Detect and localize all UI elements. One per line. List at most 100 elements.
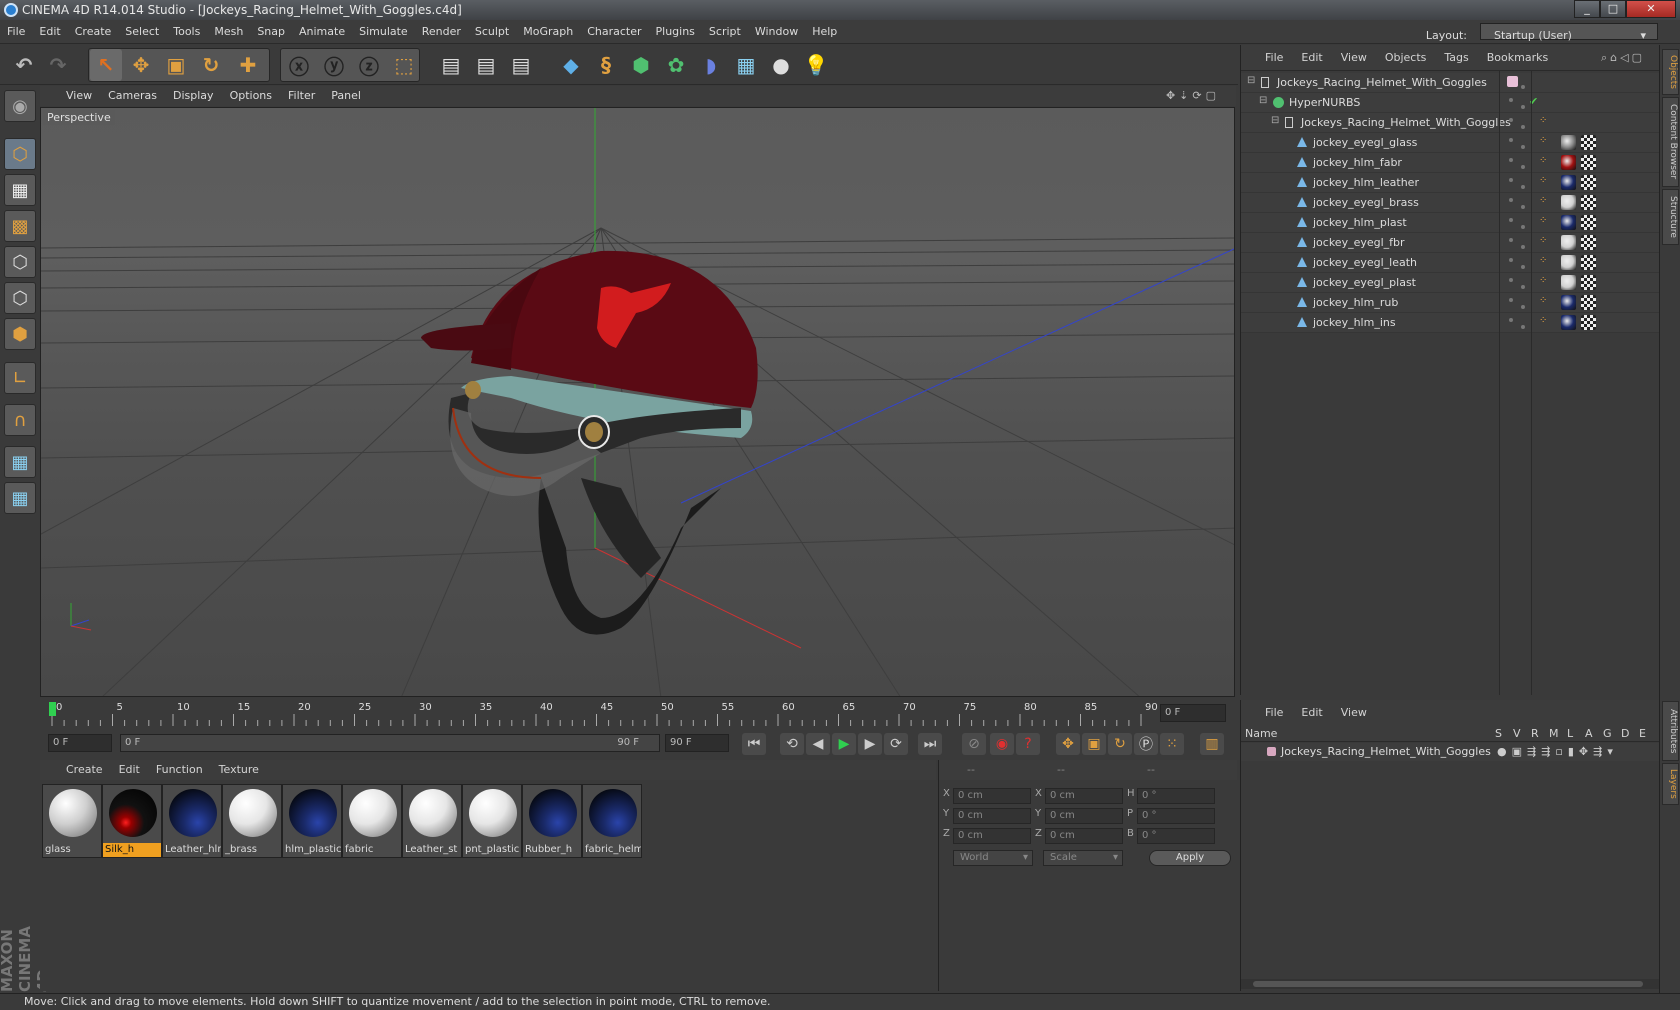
- next-frame-icon[interactable]: ▶: [858, 733, 882, 755]
- key-parameter-icon[interactable]: Ⓟ: [1134, 733, 1158, 755]
- uvw-tag-icon[interactable]: [1581, 235, 1596, 250]
- objects-menu-objects[interactable]: Objects: [1377, 45, 1435, 71]
- object-name[interactable]: jockey_eyegl_fbr: [1313, 236, 1405, 249]
- floor-icon[interactable]: ▦: [730, 49, 762, 81]
- material-tag-icon[interactable]: [1561, 255, 1576, 270]
- visibility-dot[interactable]: [1521, 205, 1525, 209]
- uvw-tag-icon[interactable]: [1581, 315, 1596, 330]
- material-swatch[interactable]: _brass: [222, 784, 282, 858]
- previous-key-icon[interactable]: ⟲: [780, 733, 804, 755]
- move-icon[interactable]: ✥: [125, 49, 157, 81]
- object-name[interactable]: jockey_hlm_leather: [1313, 176, 1419, 189]
- viewport-menu-filter[interactable]: Filter: [280, 86, 323, 106]
- position-y-field[interactable]: 0 cm: [953, 808, 1031, 824]
- snap-magnet-icon[interactable]: ∩: [4, 404, 36, 436]
- visibility-dot[interactable]: [1521, 285, 1525, 289]
- menu-file[interactable]: File: [0, 20, 32, 44]
- uvw-tag-icon[interactable]: [1581, 215, 1596, 230]
- playhead[interactable]: [49, 702, 56, 716]
- visibility-dot[interactable]: [1509, 258, 1513, 262]
- key-position-icon[interactable]: ✥: [1056, 733, 1080, 755]
- collapse-icon[interactable]: ⊟: [1247, 75, 1255, 86]
- menu-plugins[interactable]: Plugins: [649, 20, 702, 44]
- object-name[interactable]: jockey_eyegl_brass: [1313, 196, 1419, 209]
- uvw-tag-icon[interactable]: [1581, 295, 1596, 310]
- layer-name[interactable]: Jockeys_Racing_Helmet_With_Goggles: [1281, 745, 1491, 758]
- material-swatch[interactable]: fabric_helm: [582, 784, 642, 858]
- object-name[interactable]: Jockeys_Racing_Helmet_With_Goggles: [1301, 116, 1511, 129]
- close-button[interactable]: ✕: [1626, 0, 1676, 18]
- phong-tag-icon[interactable]: ⁘: [1539, 215, 1547, 226]
- menu-window[interactable]: Window: [748, 20, 805, 44]
- phong-tag-icon[interactable]: ⁘: [1539, 295, 1547, 306]
- coordinate-system-icon[interactable]: ⬚: [388, 49, 420, 81]
- perspective-viewport[interactable]: Perspective: [40, 107, 1235, 697]
- rotate-icon[interactable]: ↻: [195, 49, 227, 81]
- phong-tag-icon[interactable]: ⁘: [1539, 115, 1547, 126]
- collapse-icon[interactable]: ⊟: [1259, 95, 1267, 106]
- tab-structure[interactable]: Structure: [1662, 189, 1679, 245]
- viewport-menu-options[interactable]: Options: [222, 86, 280, 106]
- layout-select[interactable]: Startup (User) ▾: [1480, 23, 1658, 42]
- menu-snap[interactable]: Snap: [250, 20, 292, 44]
- object-name[interactable]: jockey_hlm_plast: [1313, 216, 1407, 229]
- material-tag-icon[interactable]: [1561, 155, 1576, 170]
- object-name[interactable]: jockey_eyegl_plast: [1313, 276, 1416, 289]
- menu-help[interactable]: Help: [805, 20, 844, 44]
- render-view-icon[interactable]: ▤: [435, 49, 467, 81]
- phong-tag-icon[interactable]: ⁘: [1539, 235, 1547, 246]
- object-name[interactable]: Jockeys_Racing_Helmet_With_Goggles: [1277, 76, 1487, 89]
- material-menu-texture[interactable]: Texture: [211, 760, 267, 780]
- tab-content-browser[interactable]: Content Browser: [1662, 97, 1679, 187]
- tab-attributes[interactable]: Attributes: [1662, 701, 1679, 761]
- points-mode-icon[interactable]: ⬡: [4, 246, 36, 278]
- deformer-icon[interactable]: ◗: [695, 49, 727, 81]
- light-icon[interactable]: 💡: [800, 49, 832, 81]
- autokey-icon[interactable]: ◉: [990, 733, 1014, 755]
- object-row[interactable]: jockey_hlm_fabr ⁘: [1241, 153, 1659, 173]
- previous-frame-icon[interactable]: ◀: [806, 733, 830, 755]
- x-axis-lock-icon[interactable]: ⓧ: [283, 49, 315, 81]
- visibility-dot[interactable]: [1521, 165, 1525, 169]
- rotation-h-field[interactable]: 0 °: [1137, 788, 1215, 804]
- visibility-dot[interactable]: [1521, 145, 1525, 149]
- scale-icon[interactable]: ▣: [160, 49, 192, 81]
- material-swatch[interactable]: pnt_plastic: [462, 784, 522, 858]
- size-y-field[interactable]: 0 cm: [1045, 808, 1123, 824]
- material-tag-icon[interactable]: [1561, 195, 1576, 210]
- viewport-nav-icons[interactable]: ✥⇣⟳▢: [1158, 86, 1228, 106]
- start-frame-field[interactable]: 0 F: [48, 734, 112, 752]
- material-swatch[interactable]: Silk_h: [102, 784, 162, 858]
- visibility-dot[interactable]: [1509, 218, 1513, 222]
- menu-tools[interactable]: Tools: [166, 20, 207, 44]
- timeline-window-icon[interactable]: ▥: [1200, 733, 1224, 755]
- uvw-tag-icon[interactable]: [1581, 195, 1596, 210]
- redo-icon[interactable]: ↷: [42, 49, 74, 81]
- phong-tag-icon[interactable]: ⁘: [1539, 155, 1547, 166]
- visibility-dot[interactable]: [1509, 198, 1513, 202]
- visibility-dot[interactable]: [1521, 225, 1525, 229]
- visibility-dot[interactable]: [1521, 185, 1525, 189]
- visibility-dot[interactable]: [1521, 125, 1525, 129]
- uvw-tag-icon[interactable]: [1581, 155, 1596, 170]
- material-swatch[interactable]: Rubber_h: [522, 784, 582, 858]
- camera-icon[interactable]: ●: [765, 49, 797, 81]
- object-name[interactable]: HyperNURBS: [1289, 96, 1360, 109]
- visibility-dot[interactable]: [1509, 318, 1513, 322]
- coordinate-mode-select[interactable]: World ▾: [953, 850, 1033, 866]
- go-to-start-icon[interactable]: ⏮: [742, 733, 766, 755]
- menu-mograph[interactable]: MoGraph: [516, 20, 580, 44]
- menu-edit[interactable]: Edit: [32, 20, 67, 44]
- visibility-dot[interactable]: [1521, 105, 1525, 109]
- viewport-menu-panel[interactable]: Panel: [323, 86, 369, 106]
- material-tag-icon[interactable]: [1561, 235, 1576, 250]
- menu-simulate[interactable]: Simulate: [352, 20, 415, 44]
- object-name[interactable]: jockey_hlm_ins: [1313, 316, 1396, 329]
- live-selection-icon[interactable]: ↖: [90, 49, 122, 81]
- object-row[interactable]: jockey_eyegl_brass ⁘: [1241, 193, 1659, 213]
- material-swatch[interactable]: Leather_st: [402, 784, 462, 858]
- polygons-mode-icon[interactable]: ⬢: [4, 318, 36, 350]
- material-tag-icon[interactable]: [1561, 295, 1576, 310]
- visibility-dot[interactable]: [1509, 178, 1513, 182]
- key-scale-icon[interactable]: ▣: [1082, 733, 1106, 755]
